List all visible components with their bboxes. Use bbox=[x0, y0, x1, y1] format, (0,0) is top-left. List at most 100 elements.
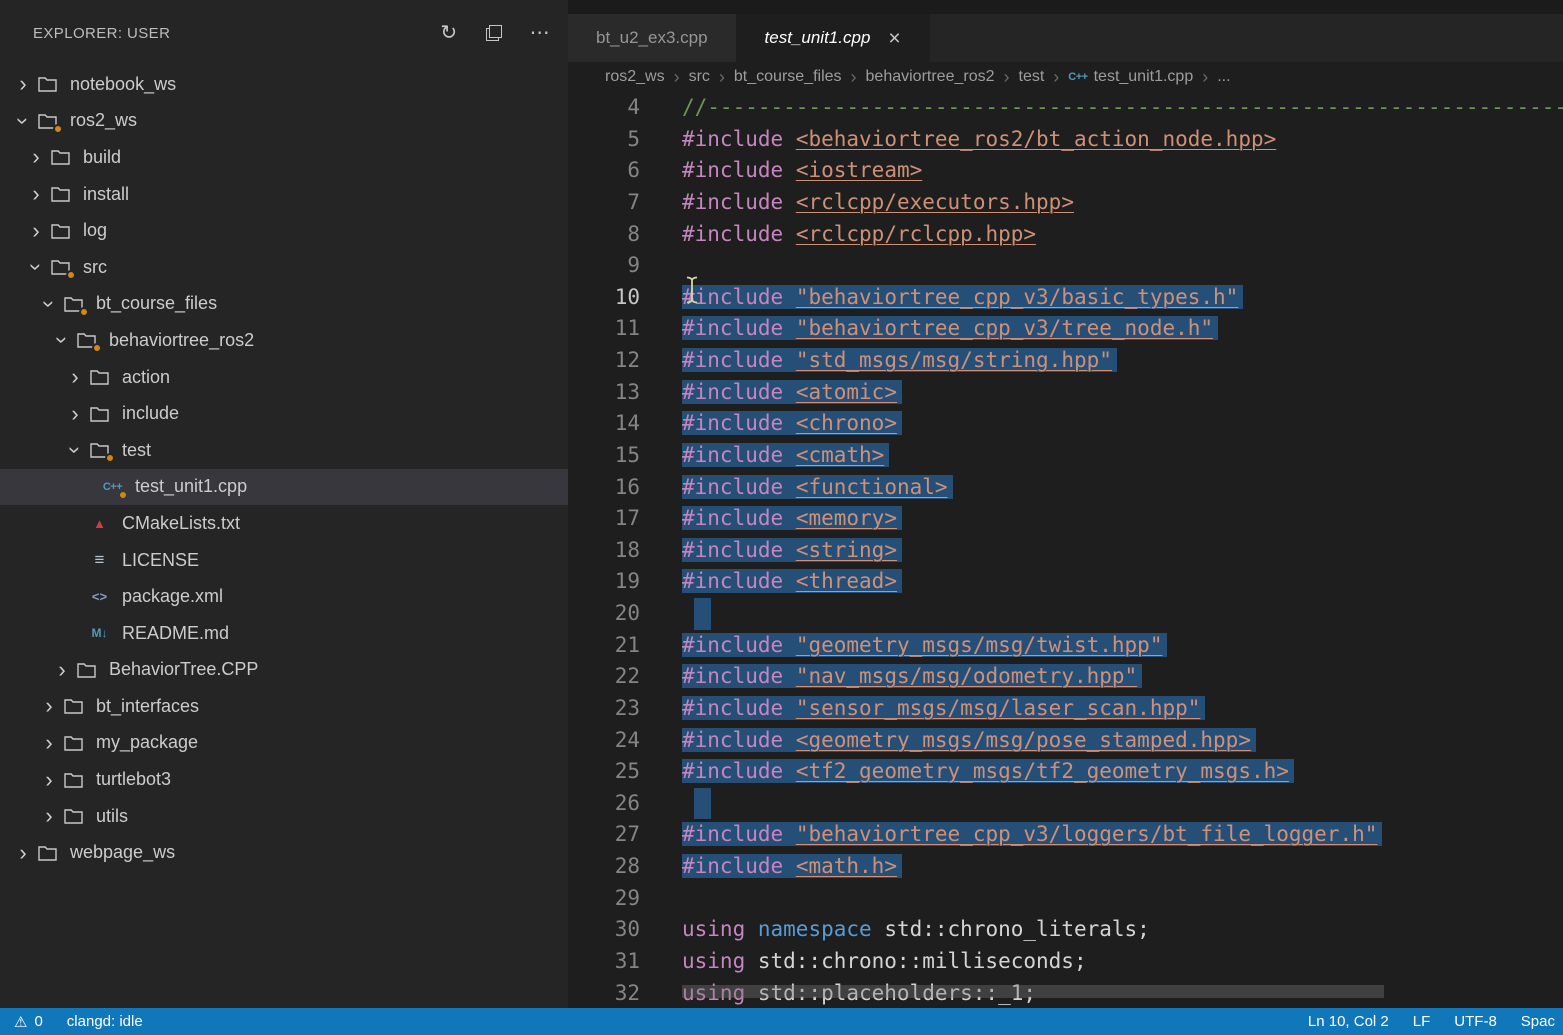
selection-highlight: #include <string> bbox=[682, 538, 902, 562]
tree-item-BehaviorTree.CPP[interactable]: ›BehaviorTree.CPP bbox=[0, 652, 568, 689]
tree-item-README.md[interactable]: M↓README.md bbox=[0, 615, 568, 652]
code-editor[interactable]: 4//-------------------------------------… bbox=[568, 92, 1563, 1008]
chevron-down-icon[interactable]: › bbox=[25, 256, 47, 278]
tree-item-webpage_ws[interactable]: ›webpage_ws bbox=[0, 834, 568, 871]
tree-item-turtlebot3[interactable]: ›turtlebot3 bbox=[0, 761, 568, 798]
horizontal-scrollbar[interactable] bbox=[682, 985, 1384, 998]
chevron-right-icon[interactable]: › bbox=[38, 769, 60, 791]
chevron-down-icon[interactable]: › bbox=[64, 439, 86, 461]
breadcrumb-item-...[interactable]: ... bbox=[1217, 68, 1230, 86]
code-line-7[interactable]: 7#include <rclcpp/executors.hpp> bbox=[568, 187, 1563, 219]
code-line-25[interactable]: 25#include <tf2_geometry_msgs/tf2_geomet… bbox=[568, 756, 1563, 788]
tree-item-LICENSE[interactable]: ≡LICENSE bbox=[0, 542, 568, 579]
tree-item-my_package[interactable]: › my_package bbox=[0, 725, 568, 762]
tree-item-src[interactable]: ›src bbox=[0, 249, 568, 286]
status-eol[interactable]: LF bbox=[1413, 1013, 1431, 1030]
chevron-right-icon[interactable]: › bbox=[38, 805, 60, 827]
chevron-right-icon[interactable]: › bbox=[64, 403, 86, 425]
tree-item-build[interactable]: ›build bbox=[0, 139, 568, 176]
code-line-6[interactable]: 6#include <iostream> bbox=[568, 155, 1563, 187]
tree-item-action[interactable]: ›action bbox=[0, 359, 568, 396]
status-problems[interactable]: ⚠0 bbox=[14, 1013, 43, 1031]
tree-item-test_unit1.cpp[interactable]: C++test_unit1.cpp bbox=[0, 469, 568, 506]
breadcrumb-item-behaviortree_ros2[interactable]: behaviortree_ros2 bbox=[866, 68, 995, 86]
tab-bar: bt_u2_ex3.cpp test_unit1.cpp× bbox=[568, 14, 1563, 62]
chevron-right-icon[interactable]: › bbox=[38, 732, 60, 754]
status-indentation[interactable]: Spac bbox=[1521, 1013, 1555, 1030]
tab-bt_u2_ex3.cpp[interactable]: bt_u2_ex3.cpp bbox=[568, 14, 737, 62]
breadcrumb-item-test_unit1.cpp[interactable]: C++test_unit1.cpp bbox=[1068, 68, 1193, 86]
chevron-right-icon[interactable]: › bbox=[64, 366, 86, 388]
refresh-icon[interactable]: ↻ bbox=[440, 23, 457, 43]
code-line-20[interactable]: 20 bbox=[568, 598, 1563, 630]
code-token: #include bbox=[682, 506, 783, 530]
files-icon[interactable] bbox=[486, 25, 502, 41]
code-line-17[interactable]: 17#include <memory> bbox=[568, 503, 1563, 535]
tree-item-bt_interfaces[interactable]: ›bt_interfaces bbox=[0, 688, 568, 725]
chevron-down-icon[interactable]: › bbox=[51, 329, 73, 351]
code-line-24[interactable]: 24#include <geometry_msgs/msg/pose_stamp… bbox=[568, 725, 1563, 757]
code-token: #include bbox=[682, 190, 783, 214]
status-cursor-position[interactable]: Ln 10, Col 2 bbox=[1308, 1013, 1389, 1030]
code-line-14[interactable]: 14#include <chrono> bbox=[568, 408, 1563, 440]
tree-item-utils[interactable]: ›utils bbox=[0, 798, 568, 835]
code-token: #include bbox=[682, 127, 783, 151]
tree-item-label: my_package bbox=[96, 732, 198, 753]
code-line-9[interactable]: 9 bbox=[568, 250, 1563, 282]
code-line-15[interactable]: 15#include <cmath> bbox=[568, 440, 1563, 472]
code-token bbox=[783, 222, 796, 246]
status-encoding[interactable]: UTF-8 bbox=[1454, 1013, 1497, 1030]
tree-item-test[interactable]: ›test bbox=[0, 432, 568, 469]
code-line-11[interactable]: 11#include "behaviortree_cpp_v3/tree_nod… bbox=[568, 313, 1563, 345]
code-line-31[interactable]: 31using std::chrono::milliseconds; bbox=[568, 946, 1563, 978]
code-line-27[interactable]: 27#include "behaviortree_cpp_v3/loggers/… bbox=[568, 819, 1563, 851]
code-line-22[interactable]: 22#include "nav_msgs/msg/odometry.hpp" bbox=[568, 661, 1563, 693]
tree-item-include[interactable]: ›include bbox=[0, 395, 568, 432]
markdown-glyph: M↓ bbox=[92, 626, 108, 640]
chevron-right-icon[interactable]: › bbox=[12, 842, 34, 864]
more-actions-icon[interactable]: ⋯ bbox=[530, 23, 550, 43]
breadcrumb-item-ros2_ws[interactable]: ros2_ws bbox=[605, 68, 665, 86]
code-line-30[interactable]: 30using namespace std::chrono_literals; bbox=[568, 914, 1563, 946]
cpp-icon: C++ bbox=[99, 477, 126, 497]
code-line-10[interactable]: 10#include "behaviortree_cpp_v3/basic_ty… bbox=[568, 282, 1563, 314]
chevron-right-icon[interactable]: › bbox=[51, 659, 73, 681]
chevron-right-icon[interactable]: › bbox=[25, 146, 47, 168]
tree-item-behaviortree_ros2[interactable]: ›behaviortree_ros2 bbox=[0, 322, 568, 359]
breadcrumb-item-test[interactable]: test bbox=[1019, 68, 1045, 86]
code-line-16[interactable]: 16#include <functional> bbox=[568, 472, 1563, 504]
tree-item-bt_course_files[interactable]: ›bt_course_files bbox=[0, 286, 568, 323]
chevron-right-icon[interactable]: › bbox=[12, 73, 34, 95]
tree-item-ros2_ws[interactable]: ›ros2_ws bbox=[0, 103, 568, 140]
code-text: #include "nav_msgs/msg/odometry.hpp" bbox=[640, 661, 1142, 693]
code-line-18[interactable]: 18#include <string> bbox=[568, 535, 1563, 567]
code-line-29[interactable]: 29 bbox=[568, 883, 1563, 915]
chevron-right-icon[interactable]: › bbox=[38, 695, 60, 717]
code-line-13[interactable]: 13#include <atomic> bbox=[568, 377, 1563, 409]
tab-test_unit1.cpp[interactable]: test_unit1.cpp× bbox=[737, 14, 930, 62]
breadcrumb-item-bt_course_files[interactable]: bt_course_files bbox=[734, 68, 842, 86]
code-line-12[interactable]: 12#include "std_msgs/msg/string.hpp" bbox=[568, 345, 1563, 377]
code-line-28[interactable]: 28#include <math.h> bbox=[568, 851, 1563, 883]
code-line-19[interactable]: 19#include <thread> bbox=[568, 566, 1563, 598]
code-line-23[interactable]: 23#include "sensor_msgs/msg/laser_scan.h… bbox=[568, 693, 1563, 725]
breadcrumb-item-src[interactable]: src bbox=[689, 68, 710, 86]
code-line-21[interactable]: 21#include "geometry_msgs/msg/twist.hpp" bbox=[568, 630, 1563, 662]
tree-item-notebook_ws[interactable]: ›notebook_ws bbox=[0, 66, 568, 103]
code-line-8[interactable]: 8#include <rclcpp/rclcpp.hpp> bbox=[568, 219, 1563, 251]
tree-item-CMakeLists.txt[interactable]: ▲CMakeLists.txt bbox=[0, 505, 568, 542]
status-clangd-status[interactable]: clangd: idle bbox=[67, 1013, 143, 1030]
chevron-right-icon: › bbox=[674, 67, 680, 88]
code-line-26[interactable]: 26 bbox=[568, 788, 1563, 820]
chevron-right-icon[interactable]: › bbox=[25, 220, 47, 242]
chevron-down-icon[interactable]: › bbox=[12, 110, 34, 132]
close-icon[interactable]: × bbox=[888, 28, 900, 49]
tree-item-install[interactable]: ›install bbox=[0, 176, 568, 213]
tab-label: bt_u2_ex3.cpp bbox=[596, 28, 708, 48]
tree-item-package.xml[interactable]: <>package.xml bbox=[0, 578, 568, 615]
code-line-4[interactable]: 4//-------------------------------------… bbox=[568, 92, 1563, 124]
tree-item-log[interactable]: ›log bbox=[0, 212, 568, 249]
chevron-down-icon[interactable]: › bbox=[38, 293, 60, 315]
code-line-5[interactable]: 5#include <behaviortree_ros2/bt_action_n… bbox=[568, 124, 1563, 156]
chevron-right-icon[interactable]: › bbox=[25, 183, 47, 205]
